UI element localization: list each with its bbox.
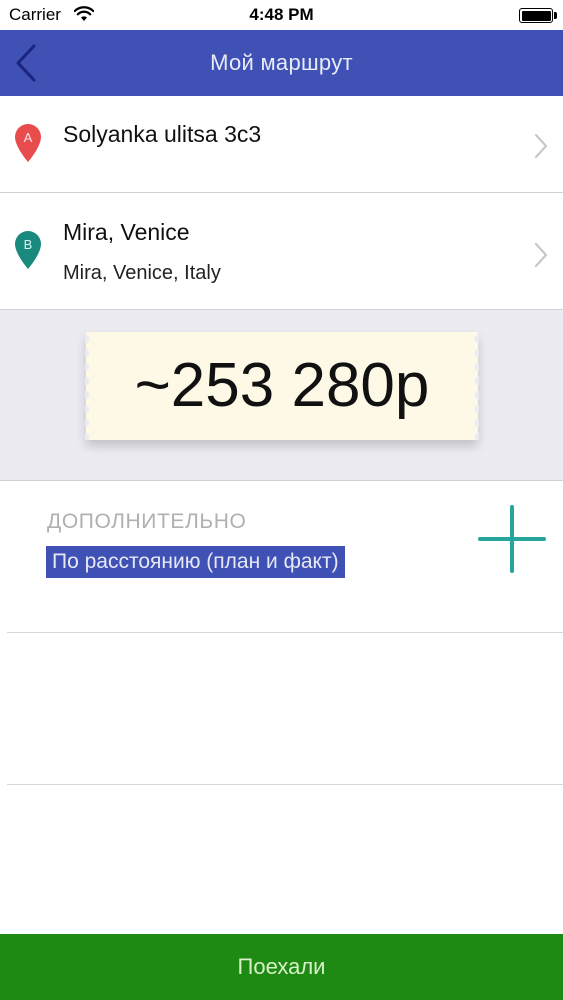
clock: 4:48 PM [249, 5, 314, 24]
chevron-right-icon [534, 133, 548, 159]
nav-bar: Мой маршрут [0, 30, 563, 96]
divider [7, 784, 563, 785]
point-b-address: Mira, Venice [63, 219, 190, 245]
pin-a-letter: A [24, 130, 33, 145]
route-point-a-row[interactable]: A Solyanka ulitsa 3c3 [0, 96, 563, 192]
add-option-button[interactable] [478, 505, 546, 573]
additional-section: ДОПОЛНИТЕЛЬНО По расстоянию (план и факт… [0, 481, 563, 633]
page-title: Мой маршрут [210, 50, 353, 75]
battery-icon [519, 8, 553, 23]
price-ticket: ~253 280р [85, 332, 478, 440]
price-value: ~253 280р [134, 351, 430, 420]
tariff-tag[interactable]: По расстоянию (план и факт) [46, 546, 345, 578]
go-button[interactable]: Поехали [0, 934, 563, 1000]
route-point-b-row[interactable]: B Mira, Venice Mira, Venice, Italy [0, 193, 563, 309]
map-pin-b-icon: B [15, 231, 41, 269]
chevron-right-icon [534, 242, 548, 268]
plus-icon [478, 505, 546, 573]
additional-heading: ДОПОЛНИТЕЛЬНО [47, 510, 247, 533]
point-a-address: Solyanka ulitsa 3c3 [63, 121, 262, 147]
divider [7, 632, 563, 633]
pin-b-letter: B [24, 237, 33, 252]
price-area: ~253 280р [0, 310, 563, 480]
status-bar: Carrier 4:48 PM [0, 0, 563, 30]
map-pin-a-icon: A [15, 124, 41, 162]
battery-tip [554, 12, 557, 19]
point-b-subaddress: Mira, Venice, Italy [63, 262, 221, 284]
